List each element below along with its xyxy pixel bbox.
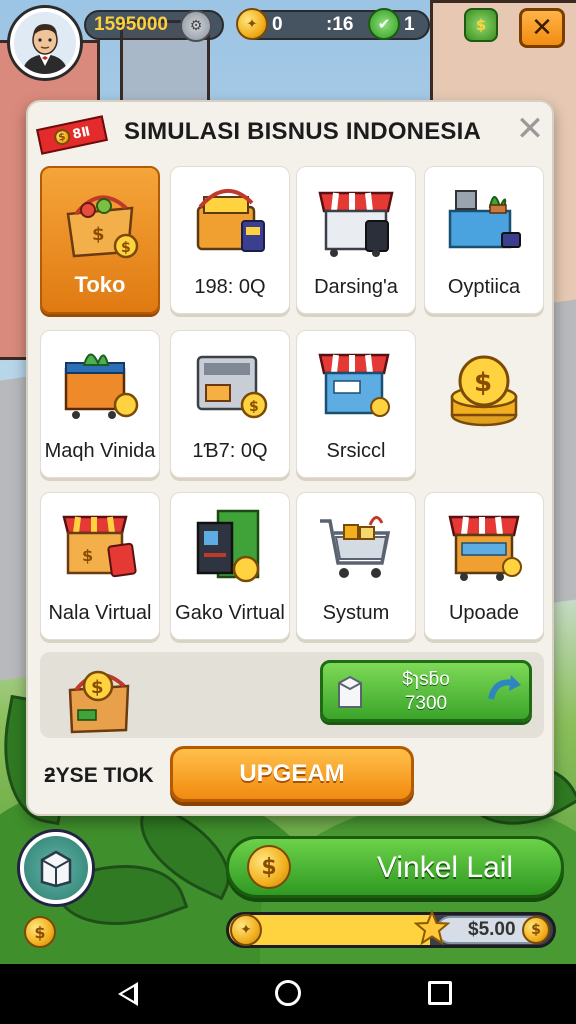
kiosk-icon [318,353,390,417]
sun-coin-icon: ✦ [236,8,268,40]
tile-veggie-cart[interactable]: Maqh Vinida [40,330,160,478]
price-tag-text: 8Ⅱ [71,123,92,143]
tile-label: Maqh Vinida [44,440,156,462]
svg-text:$: $ [121,240,131,256]
cash-register-icon [196,188,265,252]
svg-text:$: $ [474,368,492,398]
inventory-button[interactable] [20,832,92,904]
upgrade-button[interactable]: UPGEAM [170,746,414,802]
tile-shopping-cart[interactable]: Systum [296,492,416,640]
back-icon[interactable] [118,982,138,1006]
shopping-cart-icon [320,516,391,578]
reward-button[interactable]: $ɿsƃo 7300 [320,660,532,722]
close-dialog-button[interactable]: ✕ [514,112,546,146]
tile-kiosk[interactable]: Srsiccl [296,330,416,478]
shopping-box-icon: $ [68,670,130,734]
tile-food-stall[interactable]: Upoade [424,492,544,640]
refresh-arrow-icon [488,675,521,700]
sun-coin-icon: ✦ [230,914,262,946]
coin-icon: $ [52,127,72,147]
market-stall-icon [318,191,394,257]
tile-label: Systum [322,602,390,624]
coin-stack-icon: $ [450,355,518,427]
tile-toko[interactable]: $ $ Toko [40,166,160,314]
business-dialog: $ 8Ⅱ SIMULASI BISNUS INDONESIA ✕ $ $ Tok… [26,100,554,816]
main-action-label: Vinkel Lail [376,851,514,884]
coin-icon: $ [247,845,291,889]
coin-icon: $ [522,916,550,944]
tile-label: Darsing'a [314,276,398,298]
top-hud: 1595000 ⚙ ✦ 0 :16 ✔ 1 $ ✕ [0,0,576,90]
money-bag-icon[interactable]: $ [464,8,498,42]
gems-value: 0 [272,14,283,35]
cube-icon [40,850,72,888]
tile-atm-machine[interactable]: Gako Virtual [170,492,290,640]
home-icon[interactable] [275,980,301,1006]
tile-label: Toko [74,272,126,297]
tile-cash-register[interactable]: 198: 0Q [170,166,290,314]
dialog-title: SIMULASI BISNUS INDONESIA [124,118,482,145]
svg-text:$: $ [249,399,259,415]
tile-market-stall[interactable]: Darsing'a [296,166,416,314]
businessman-icon [14,12,76,74]
svg-text:$: $ [82,546,93,565]
tile-label: Upoade [448,602,520,624]
recent-apps-icon[interactable] [428,981,452,1005]
main-action-button[interactable]: $ Vinkel Lail [226,836,564,898]
balance-value: $5.00 [468,919,516,940]
shopping-basket-icon: $ $ [66,195,139,259]
svg-text:$: $ [92,224,105,245]
player-avatar[interactable] [10,8,80,78]
close-game-button[interactable]: ✕ [519,8,565,48]
tile-coin-stack[interactable]: $ [424,330,544,478]
tile-box-shop[interactable]: $ Nala Virtual [40,492,160,640]
close-icon: ✕ [531,13,553,43]
gear-icon[interactable]: ⚙ [180,10,212,42]
svg-text:$: $ [91,677,104,698]
badge-value: 1 [404,14,415,35]
money-value: 1595000 [94,14,168,35]
tile-label: 1Ɓ7: 0Q [192,440,268,462]
tile-plant-cart[interactable]: Oyptiica [424,166,544,314]
close-icon: ✕ [515,109,545,149]
box-shop-icon: $ [62,515,137,578]
printer-icon: $ [196,355,268,419]
timer-value: :16 [326,14,354,35]
veggie-cart-icon [64,353,139,419]
price-tag-icon: $ 8Ⅱ [36,115,108,155]
coin-icon: $ [24,916,56,948]
tile-label: Gako Virtual [175,602,285,624]
star-icon [414,910,450,946]
footer-label: ƻYSE TIOK [44,764,154,787]
tile-printer[interactable]: $ 1Ɓ7: 0Q [170,330,290,478]
food-stall-icon [448,515,522,581]
tile-label: Nala Virtual [48,602,152,624]
tile-label: Oyptiica [447,276,521,298]
tile-label: Srsiccl [326,440,386,462]
plant-cart-icon [448,190,521,249]
atm-machine-icon [196,509,260,583]
tile-label: 198: 0Q [194,276,266,298]
system-nav-bar [0,964,576,1024]
checkmark-icon: ✔ [368,8,400,40]
